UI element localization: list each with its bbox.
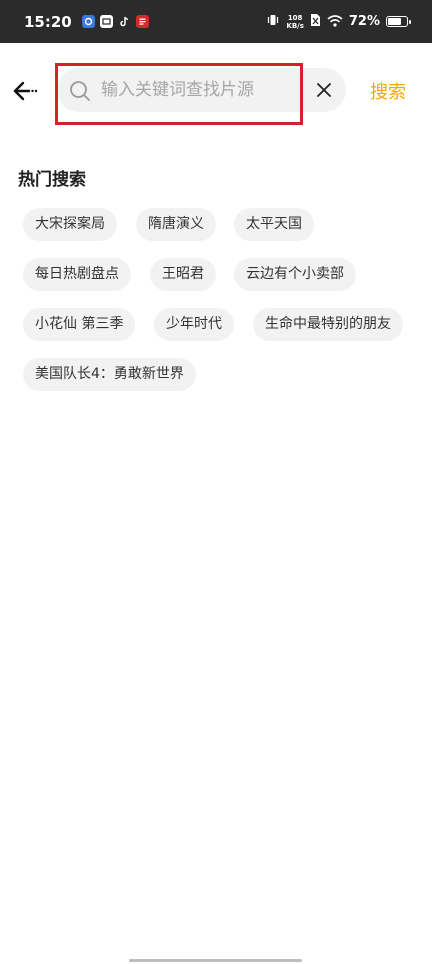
wifi-icon — [327, 12, 343, 31]
search-box[interactable] — [57, 68, 346, 112]
message-notification-icon — [100, 15, 113, 28]
network-speed: 108 KB/s — [286, 14, 303, 30]
search-button[interactable]: 搜索 — [370, 78, 406, 104]
hot-search-tag[interactable]: 王昭君 — [150, 258, 216, 291]
hot-search-tag[interactable]: 云边有个小卖部 — [234, 258, 356, 291]
clear-button[interactable] — [314, 80, 334, 100]
tiktok-icon — [118, 15, 131, 28]
hot-search-tag[interactable]: 小花仙 第三季 — [23, 308, 136, 341]
status-time: 15:20 — [24, 13, 72, 31]
hot-search-tag[interactable]: 少年时代 — [154, 308, 234, 341]
status-indicators: 108 KB/s 72% — [266, 12, 411, 31]
search-icon — [69, 80, 91, 106]
back-button[interactable] — [10, 76, 40, 106]
network-speed-value: 108 — [287, 13, 303, 22]
app-notification-icon — [82, 15, 95, 28]
arrow-left-icon — [13, 81, 38, 101]
home-indicator[interactable] — [129, 959, 302, 962]
hot-search-tag[interactable]: 隋唐演义 — [136, 208, 216, 241]
news-app-icon — [136, 15, 149, 28]
no-sim-icon — [310, 12, 321, 31]
hot-search-tag[interactable]: 大宋探案局 — [23, 208, 117, 241]
hot-search-tag[interactable]: 生命中最特别的朋友 — [253, 308, 403, 341]
hot-search-tag[interactable]: 美国队长4：勇敢新世界 — [23, 358, 196, 391]
status-bar: 15:20 108 KB/s 72% — [0, 0, 432, 43]
notification-icons — [82, 15, 149, 28]
battery-icon — [386, 16, 411, 27]
battery-fill — [388, 18, 401, 25]
network-speed-unit: KB/s — [286, 21, 304, 30]
battery-percent: 72% — [348, 14, 380, 29]
hot-search-tag[interactable]: 太平天国 — [234, 208, 314, 241]
hot-search-title: 热门搜索 — [18, 170, 86, 190]
close-icon — [317, 83, 331, 97]
vibrate-icon — [266, 12, 280, 31]
search-input[interactable] — [101, 77, 301, 103]
hot-search-tag[interactable]: 每日热剧盘点 — [23, 258, 131, 291]
